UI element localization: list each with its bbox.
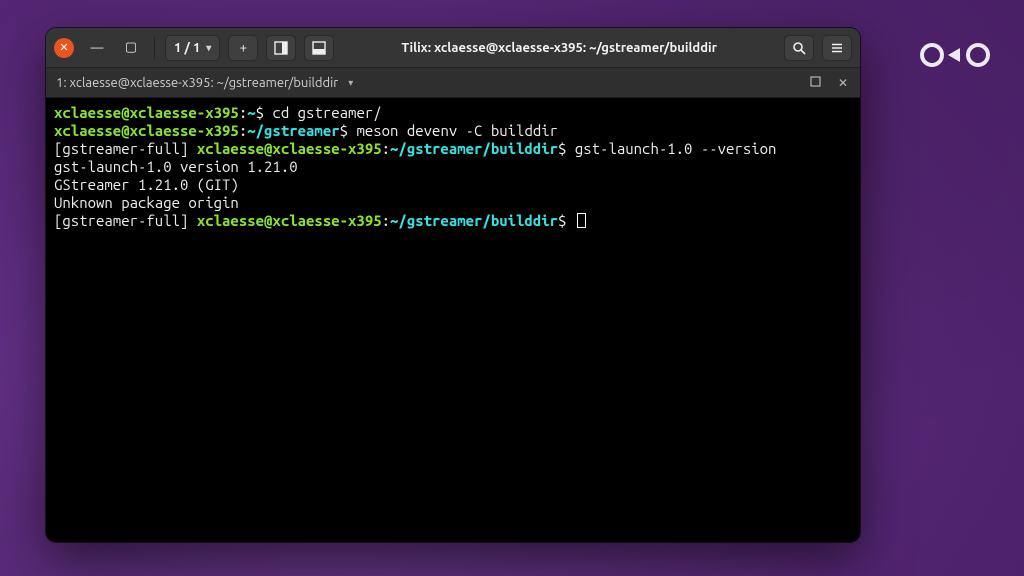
add-terminal-button[interactable]: +	[228, 35, 258, 61]
plus-icon: +	[240, 41, 247, 55]
collabora-logo	[920, 40, 992, 70]
menu-button[interactable]	[822, 35, 852, 61]
terminal-viewport[interactable]: xclaesse@xclaesse-x395:~$ cd gstreamer/ …	[46, 98, 860, 542]
chevron-down-icon: ▾	[206, 42, 211, 54]
hamburger-icon	[830, 41, 844, 55]
tab-maximize-button[interactable]	[808, 76, 822, 90]
terminal-tab[interactable]: 1: xclaesse@xclaesse-x395: ~/gstreamer/b…	[56, 76, 808, 90]
maximize-icon: ▢	[125, 40, 137, 55]
titlebar: ✕ — ▢ 1 / 1 ▾ + Tilix: xclaesse@xclaesse…	[46, 28, 860, 68]
split-right-button[interactable]	[266, 35, 296, 61]
minimize-icon: —	[91, 41, 104, 55]
window-title: Tilix: xclaesse@xclaesse-x395: ~/gstream…	[342, 41, 776, 55]
titlebar-separator	[154, 37, 155, 59]
close-button[interactable]: ✕	[54, 38, 74, 58]
terminal-tab-label: 1: xclaesse@xclaesse-x395: ~/gstreamer/b…	[56, 76, 338, 90]
split-down-button[interactable]	[304, 35, 334, 61]
close-icon: ✕	[59, 41, 68, 54]
minimize-button[interactable]: —	[84, 35, 110, 61]
session-counter[interactable]: 1 / 1 ▾	[165, 35, 220, 61]
split-right-icon	[274, 41, 288, 55]
maximize-button[interactable]: ▢	[118, 35, 144, 61]
search-button[interactable]	[784, 35, 814, 61]
tilix-window: ✕ — ▢ 1 / 1 ▾ + Tilix: xclaesse@xclaesse…	[46, 28, 860, 542]
chevron-down-icon: ▾	[348, 77, 353, 89]
terminal-tabbar: 1: xclaesse@xclaesse-x395: ~/gstreamer/b…	[46, 68, 860, 98]
tab-close-button[interactable]: ✕	[836, 76, 850, 90]
session-counter-label: 1 / 1	[174, 41, 200, 55]
split-down-icon	[312, 41, 326, 55]
tab-maximize-icon	[810, 76, 821, 87]
search-icon	[792, 41, 806, 55]
